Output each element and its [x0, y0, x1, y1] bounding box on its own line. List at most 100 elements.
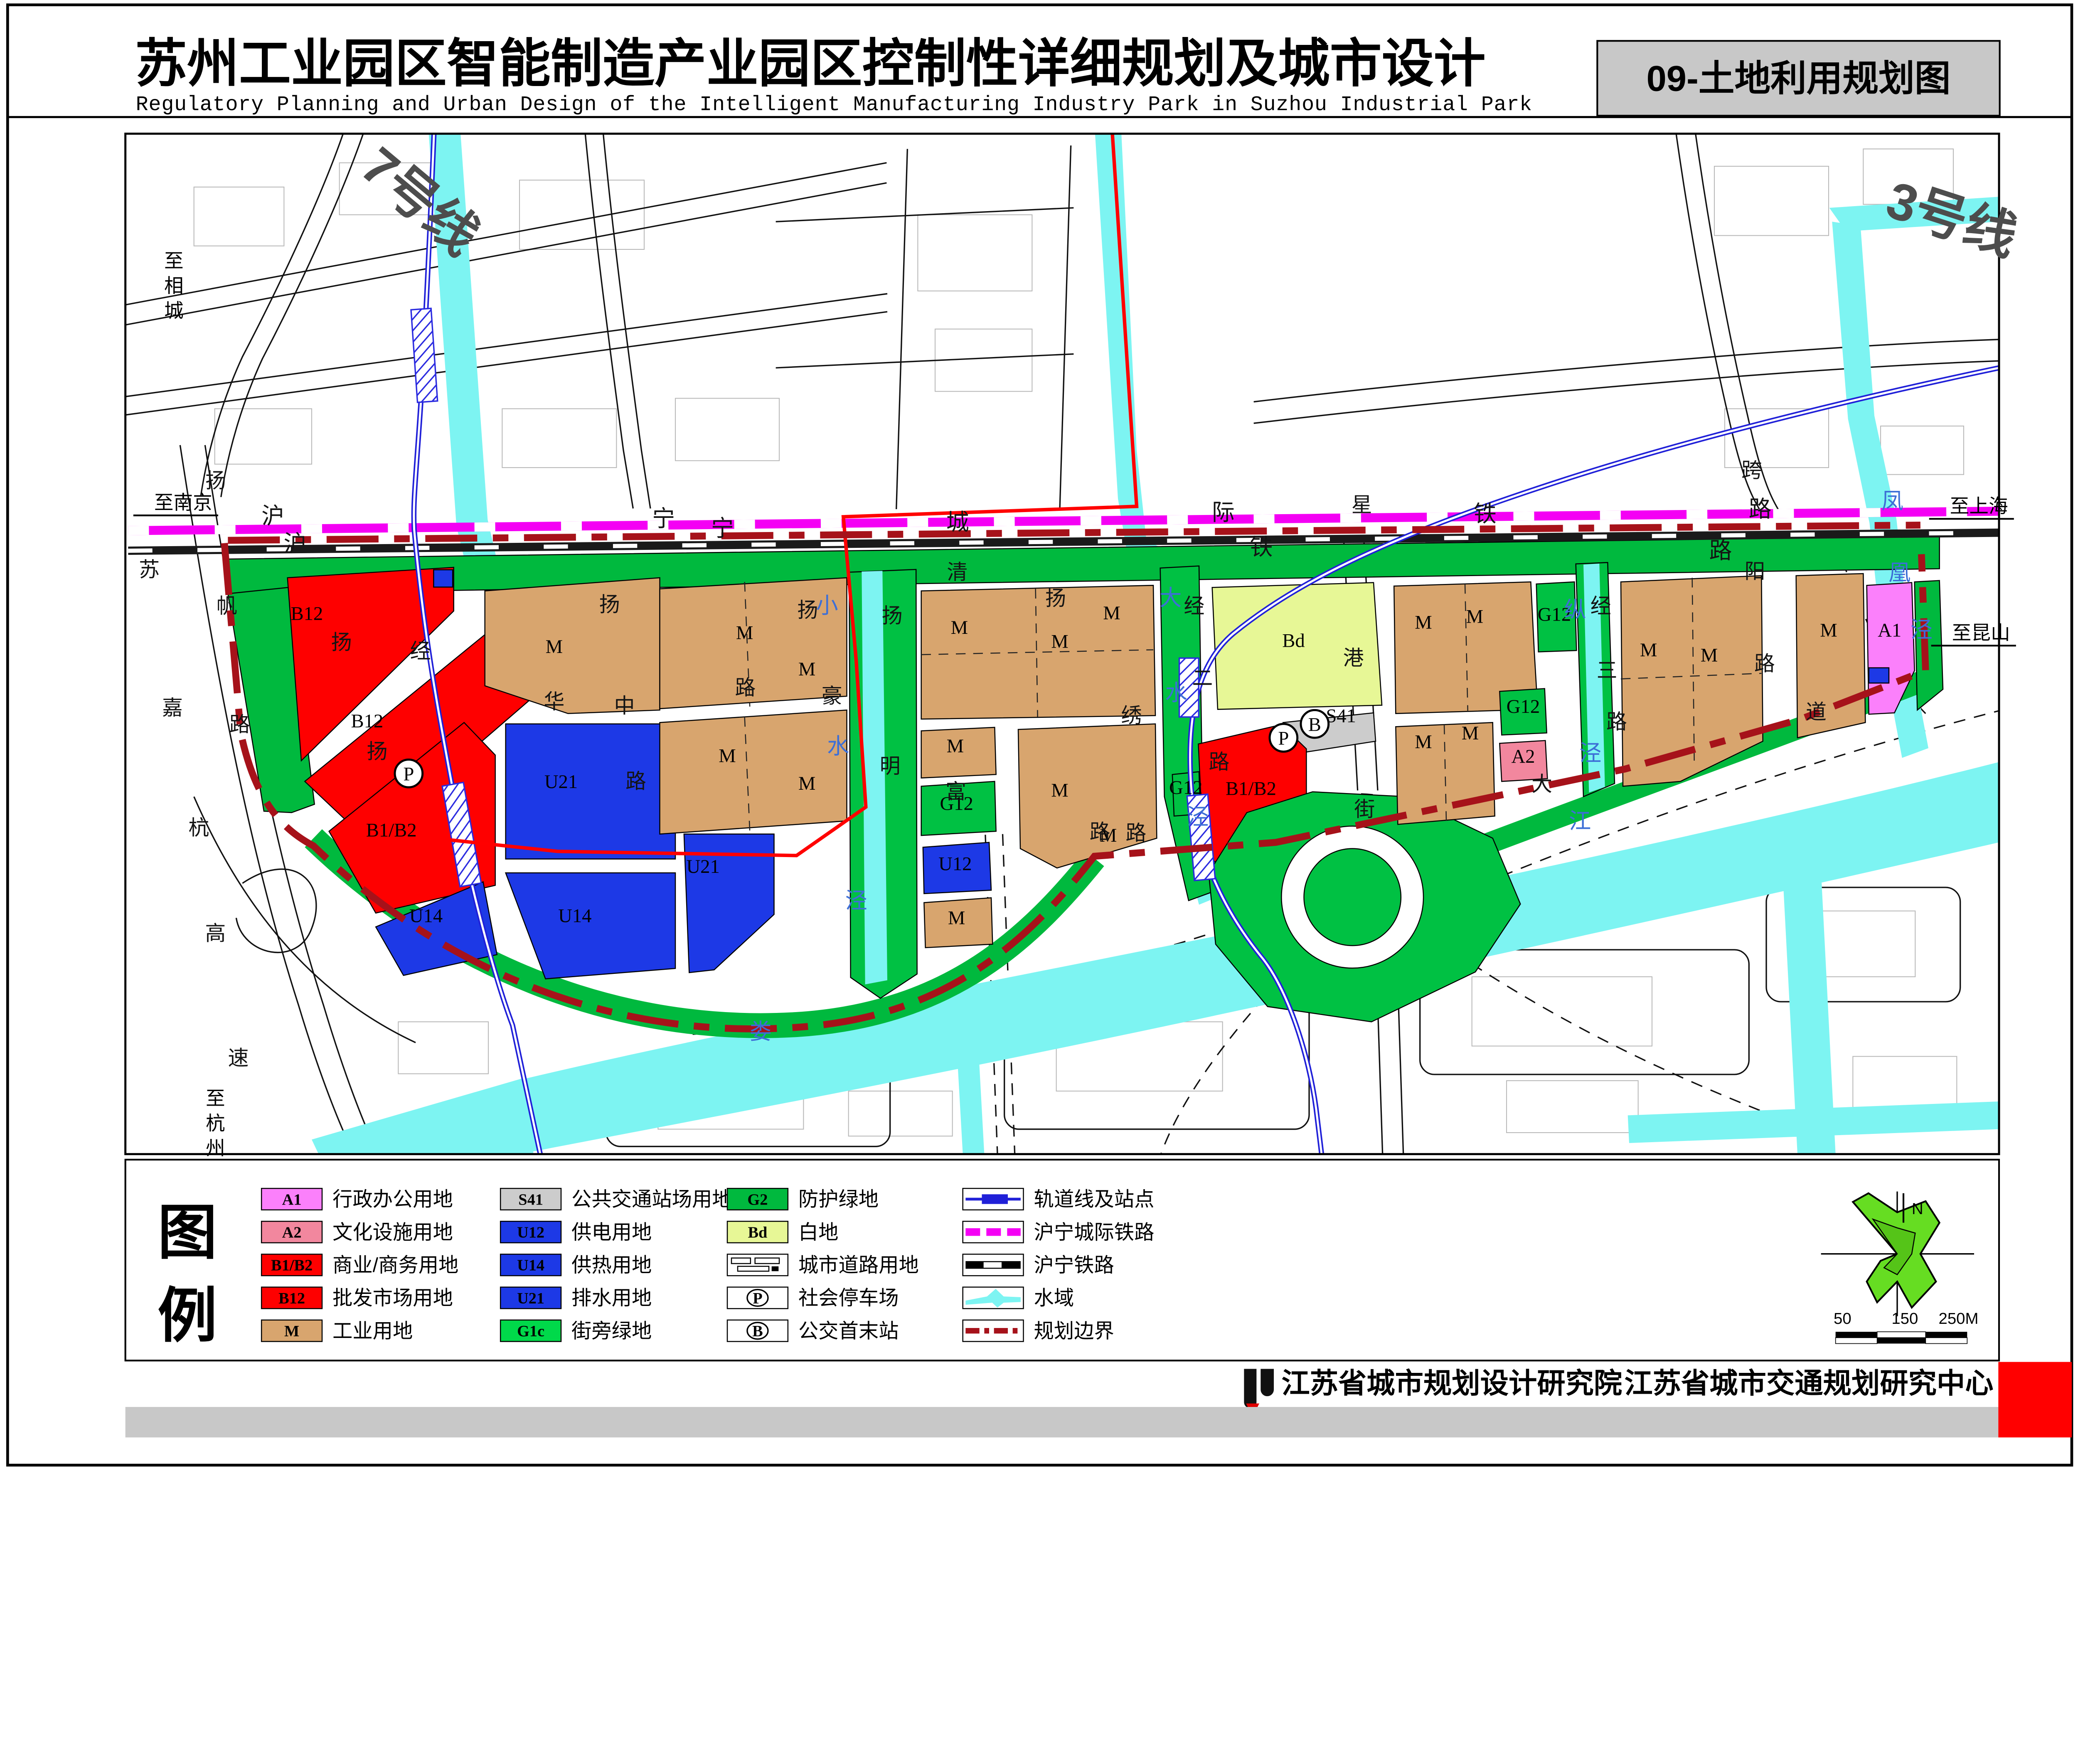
legend-code: B12 — [278, 1290, 305, 1307]
scale-tick-label: 150 — [1891, 1310, 1918, 1328]
legend-code: B — [752, 1323, 763, 1340]
road-name-char: 路 — [625, 770, 646, 793]
zone-code-label: M — [798, 658, 816, 680]
parcel-u-small-1 — [433, 570, 453, 587]
destination-label: 城 — [164, 300, 184, 322]
legend-label: 轨道线及站点 — [1034, 1188, 1155, 1211]
north-label: N — [1912, 1200, 1923, 1218]
legend-label: 城市道路用地 — [798, 1254, 919, 1276]
legend-label: 批发市场用地 — [332, 1287, 453, 1309]
legend-code: A2 — [282, 1224, 302, 1241]
zone-code-label: U21 — [686, 856, 719, 877]
legend-item: G1c街旁绿地 — [500, 1320, 652, 1342]
legend-label: 沪宁城际铁路 — [1034, 1221, 1155, 1244]
zone-code-label: U21 — [544, 771, 578, 793]
destination-label: 杭 — [206, 1113, 225, 1134]
river-name-char: 大 — [1160, 586, 1182, 611]
road-name-char: 经 — [1591, 594, 1611, 618]
legend-label: 水域 — [1034, 1287, 1074, 1309]
road-name-char: 扬 — [205, 469, 226, 492]
zone-code-label: M — [1701, 645, 1718, 666]
river-name-char: 泾 — [1911, 617, 1933, 642]
zone-code-label: M — [1051, 780, 1069, 801]
zone-code-label: M — [1051, 631, 1069, 652]
legend-heading-1: 图 — [158, 1200, 217, 1266]
road-name-char: 道 — [1806, 700, 1827, 724]
legend-item: 沪宁铁路 — [963, 1254, 1114, 1276]
road-name-char: 大 — [1531, 772, 1552, 796]
railway-name-char: 路 — [1709, 538, 1732, 563]
legend: 图 例 A1行政办公用地A2文化设施用地B1/B2商业/商务用地B12批发市场用… — [126, 1160, 1999, 1360]
footer-org-1: 江苏省城市规划设计研究院 — [1281, 1368, 1622, 1399]
legend-item: A1 行政办公用地 — [261, 1188, 453, 1211]
legend-label: 防护绿地 — [798, 1188, 879, 1211]
road-name-char: 港 — [1343, 646, 1364, 670]
road-name-char: 绣 — [1121, 704, 1142, 727]
railway-name-char: 宁 — [711, 516, 734, 541]
road-name-char: 经 — [1184, 594, 1204, 618]
legend-code: G2 — [747, 1191, 768, 1208]
legend-code: U12 — [517, 1224, 544, 1241]
river-name-char: 水 — [1165, 680, 1187, 705]
road-name-char: 扬 — [797, 599, 818, 622]
legend-code: M — [284, 1323, 299, 1340]
legend-label: 规划边界 — [1034, 1320, 1114, 1342]
road-name-char: 帆 — [217, 594, 237, 618]
road-name-char: 豪 — [822, 685, 842, 708]
river-name-char: 泾 — [845, 888, 867, 913]
legend-code: G1c — [517, 1323, 544, 1340]
symbol-letter: P — [403, 763, 414, 785]
river-name-char: 凤 — [1881, 488, 1903, 513]
parcel-m-west — [485, 578, 660, 714]
zone-code-label: M — [1415, 611, 1432, 633]
road-name-char: 高 — [205, 921, 226, 945]
symbol-letter: B — [1308, 714, 1321, 735]
road-name-char: 路 — [1754, 652, 1775, 675]
legend-item: B1/B2商业/商务用地 — [261, 1254, 458, 1276]
river-name-char: 纵 — [1564, 597, 1586, 622]
legend-label: 沪宁铁路 — [1034, 1254, 1114, 1276]
legend-code: A1 — [282, 1191, 302, 1208]
road-name-char: 经 — [410, 639, 431, 663]
legend-label: 排水用地 — [571, 1287, 652, 1309]
parcel-u21-1 — [506, 724, 675, 859]
road-name-char: 街 — [1354, 798, 1375, 821]
legend-code: Bd — [748, 1224, 767, 1241]
zone-code-label: U14 — [558, 905, 591, 926]
railway-name-char: 城 — [946, 510, 969, 535]
metro-station-icon — [982, 1194, 1008, 1204]
legend-code: B1/B2 — [271, 1257, 313, 1274]
road-name-char: 路 — [1090, 820, 1110, 843]
legend-item: U21 排水用地 — [500, 1287, 652, 1309]
river-name-char: 小 — [816, 593, 838, 618]
destination-label: 至上海 — [1950, 495, 2008, 517]
river-name-char: 泾 — [1187, 804, 1209, 829]
road-name-char: 三 — [1597, 659, 1618, 682]
river-name-char: 泾 — [1579, 741, 1601, 766]
legend-item: A2文化设施用地 — [261, 1221, 453, 1244]
legend-item: 水域 — [963, 1287, 1074, 1309]
legend-label: 工业用地 — [332, 1320, 413, 1342]
legend-item: P社会停车场 — [727, 1287, 899, 1309]
legend-item: B12 批发市场用地 — [261, 1287, 453, 1309]
planning-map-sheet: 苏州工业园区智能制造产业园区控制性详细规划及城市设计 Regulatory Pl… — [0, 0, 2078, 1470]
railway-name-char: 路 — [1749, 496, 1772, 522]
legend-label: 公交首末站 — [798, 1320, 899, 1342]
railway-name-char: 沪 — [261, 503, 284, 529]
symbol-letter: P — [1278, 728, 1289, 749]
legend-code: U21 — [517, 1290, 544, 1307]
road-name-char: 扬 — [1045, 587, 1066, 610]
zone-code-label: U12 — [938, 853, 972, 875]
railway-name-char: 宁 — [652, 506, 675, 532]
legend-item: 沪宁城际铁路 — [963, 1221, 1155, 1244]
sheet-number: 09-土地利用规划图 — [1647, 59, 1951, 99]
road-name-char: 中 — [614, 694, 635, 717]
legend-label: 供热用地 — [571, 1254, 652, 1276]
zone-code-label: M — [546, 636, 563, 658]
legend-code: U14 — [517, 1257, 544, 1274]
zone-code-label: B1/B2 — [1226, 778, 1276, 799]
road-name-char: 富 — [945, 780, 966, 803]
road-name-char: 清 — [947, 560, 968, 584]
legend-label: 行政办公用地 — [332, 1188, 453, 1211]
road-name-char: 扬 — [599, 593, 620, 616]
